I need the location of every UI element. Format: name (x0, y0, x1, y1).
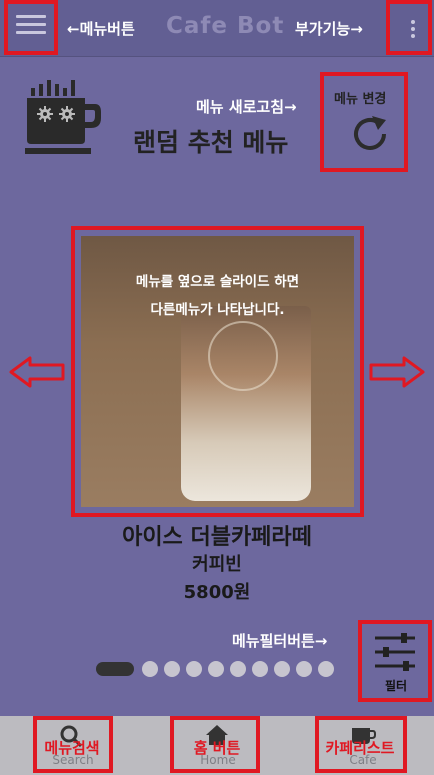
more-button-highlight[interactable] (386, 0, 432, 55)
page-dot[interactable] (252, 661, 268, 677)
refresh-button[interactable] (320, 72, 408, 172)
arrow-left-icon[interactable] (8, 355, 66, 389)
menu-button-annotation: ←메뉴버튼 (67, 20, 135, 38)
refresh-annotation: 메뉴 새로고침→ (196, 98, 297, 116)
tab-home[interactable] (170, 716, 260, 773)
tab-cafe[interactable] (315, 716, 407, 773)
menu-item-price: 5800원 (183, 582, 251, 603)
recommend-title: 랜덤 추천 메뉴 (133, 128, 289, 157)
app-title: Cafe Bot (166, 13, 285, 39)
page-dot-active[interactable] (96, 662, 134, 676)
menu-photo: 메뉴를 옆으로 슬라이드 하면 다른메뉴가 나타납니다. (81, 236, 354, 507)
menu-button-highlight[interactable] (4, 0, 58, 55)
cup-logo (208, 321, 278, 391)
menu-item-brand: 커피빈 (192, 554, 242, 575)
page-dot[interactable] (230, 661, 246, 677)
page-dot[interactable] (186, 661, 202, 677)
page-dot[interactable] (208, 661, 224, 677)
carousel-hint-line1: 메뉴를 옆으로 슬라이드 하면 (135, 274, 300, 290)
coffee-cup-icon (25, 80, 101, 154)
page-dot[interactable] (318, 661, 334, 677)
drink-cup-image (181, 306, 311, 501)
bottom-navigation: Search 메뉴검색 Home 홈 버튼 Cafe 카페리스트 (0, 716, 434, 775)
arrow-right-icon[interactable] (368, 355, 426, 389)
tab-search[interactable] (33, 716, 113, 773)
top-app-bar: ←메뉴버튼 Cafe Bot 부가기능→ (0, 0, 434, 57)
carousel-hint-line2: 다른메뉴가 나타납니다. (150, 302, 285, 318)
page-dot[interactable] (164, 661, 180, 677)
menu-item-name: 아이스 더블카페라떼 (122, 525, 312, 550)
page-dot[interactable] (296, 661, 312, 677)
page-dot[interactable] (142, 661, 158, 677)
filter-button[interactable] (358, 620, 432, 702)
filter-annotation: 메뉴필터버튼→ (232, 632, 328, 650)
extra-features-annotation: 부가기능→ (295, 20, 363, 38)
page-dot[interactable] (274, 661, 290, 677)
